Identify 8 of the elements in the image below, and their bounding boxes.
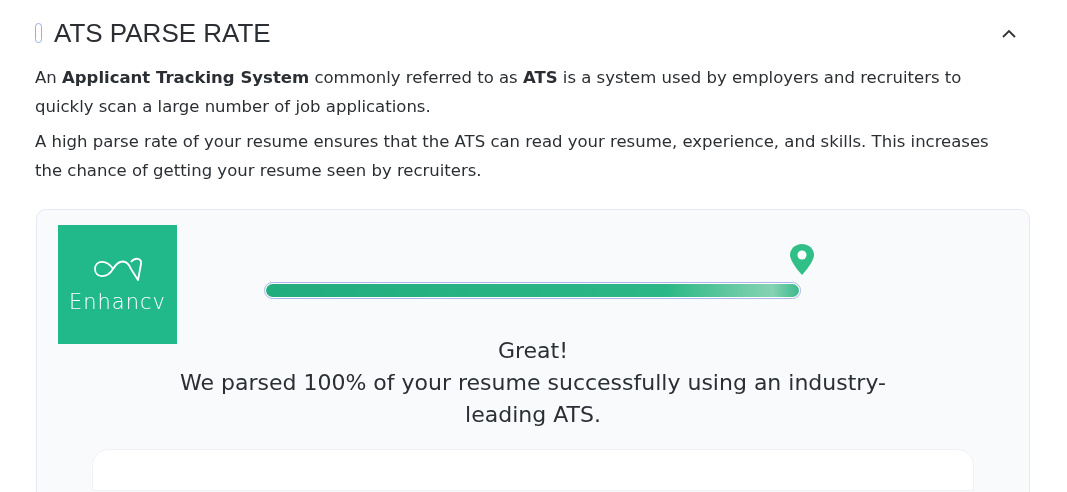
description-text: A high parse rate of your resume ensures that the ATS can read your resume, experience, and skills. This increases the chance of getting your resume seen by recruiters. bbox=[35, 131, 990, 182]
result-headline: Great! bbox=[497, 337, 569, 365]
map-pin-icon bbox=[789, 243, 815, 276]
description-text: An Applicant Tracking System commonly referred to as ATS is a system used by employers and recruiters to quickly scan a large number of job applications. bbox=[35, 67, 963, 118]
infinity-logo-icon bbox=[92, 255, 143, 282]
logo-text: Enhancv bbox=[68, 289, 166, 314]
section-title: ATS PARSE RATE bbox=[54, 17, 272, 49]
result-message: We parsed 100% of your resume successfully using an industry-leading ATS. bbox=[179, 369, 887, 429]
